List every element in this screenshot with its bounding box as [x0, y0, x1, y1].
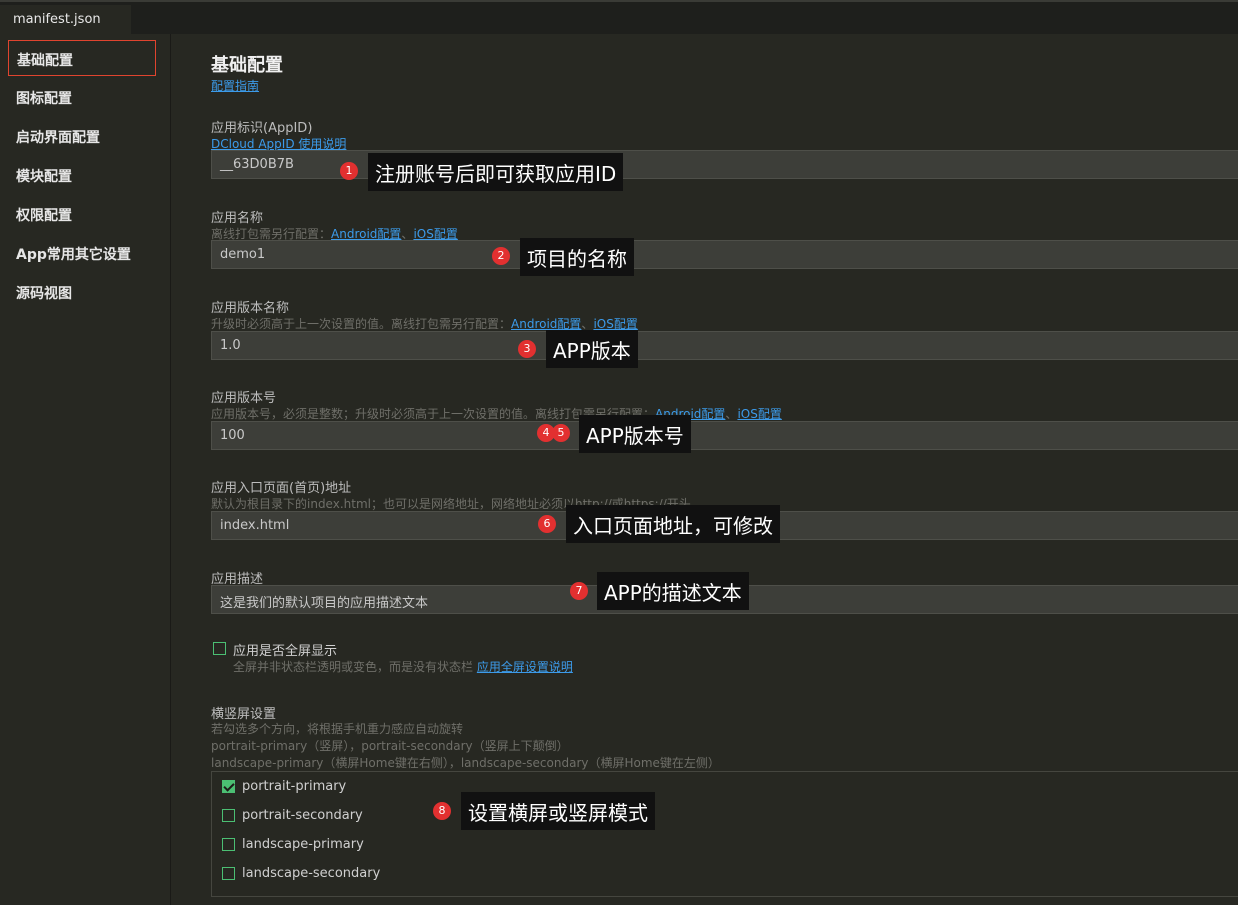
fullscreen-label: 应用是否全屏显示	[233, 644, 338, 659]
landscape-primary-label: landscape-primary	[242, 837, 364, 852]
page-title: 基础配置	[211, 55, 283, 76]
appid-label: 应用标识(AppID)	[211, 121, 313, 136]
annotation-callout-8: 设置横屏或竖屏模式	[461, 792, 655, 830]
annotation-badge-1: 1	[340, 162, 358, 180]
app-name-android-link[interactable]: Android配置	[331, 227, 401, 241]
tab-bar: manifest.json	[0, 0, 1238, 36]
app-name-hint-text: 离线打包需另行配置：	[211, 227, 332, 241]
orientation-options: portrait-primary portrait-secondary land…	[211, 771, 1238, 897]
landscape-secondary-checkbox[interactable]	[222, 867, 235, 880]
landscape-primary-checkbox[interactable]	[222, 838, 235, 851]
annotation-badge-2: 2	[492, 247, 510, 265]
annotation-callout-6: 入口页面地址，可修改	[566, 505, 780, 543]
annotation-callout-7: APP的描述文本	[597, 572, 749, 610]
appid-field[interactable]: __63D0B7B	[211, 150, 1238, 179]
app-name-separator: 、	[401, 227, 414, 241]
version-name-hint-text: 升级时必须高于上一次设置的值。离线打包需另行配置：	[211, 317, 512, 331]
tab-manifest-json[interactable]: manifest.json	[0, 5, 131, 36]
portrait-primary-checkbox[interactable]	[222, 780, 235, 793]
main-content: 基础配置 配置指南 应用标识(AppID) DCloud AppID 使用说明 …	[171, 34, 1238, 905]
annotation-badge-3: 3	[518, 340, 536, 358]
sidebar-item-icon-config[interactable]: 图标配置	[8, 79, 156, 115]
annotation-callout-1: 注册账号后即可获取应用ID	[368, 153, 624, 191]
entry-page-label: 应用入口页面(首页)地址	[211, 481, 352, 496]
sidebar-item-source-view[interactable]: 源码视图	[8, 274, 156, 310]
sidebar-item-module-config[interactable]: 模块配置	[8, 157, 156, 193]
orientation-hint-2: portrait-primary（竖屏），portrait-secondary（…	[211, 739, 569, 753]
version-code-field[interactable]: 100	[211, 421, 1238, 450]
annotation-callout-5: APP版本号	[579, 415, 691, 453]
annotation-badge-7: 7	[570, 582, 588, 600]
fullscreen-help-link[interactable]: 应用全屏设置说明	[477, 660, 573, 674]
orientation-hint-1: 若勾选多个方向，将根据手机重力感应自动旋转	[211, 722, 464, 736]
version-name-android-link[interactable]: Android配置	[511, 317, 581, 331]
orientation-hint-3: landscape-primary（横屏Home键在右侧），landscape-…	[211, 756, 720, 770]
version-name-ios-link[interactable]: iOS配置	[593, 317, 637, 331]
annotation-badge-5: 5	[552, 424, 570, 442]
app-name-ios-link[interactable]: iOS配置	[413, 227, 457, 241]
version-code-hint: 应用版本号，必须是整数；升级时必须高于上一次设置的值。离线打包需另行配置：And…	[211, 405, 782, 422]
annotation-callout-3: APP版本	[546, 330, 638, 368]
app-name-field[interactable]: demo1	[211, 240, 1238, 269]
version-name-field[interactable]: 1.0	[211, 331, 1238, 360]
fullscreen-hint: 全屏并非状态栏透明或变色，而是没有状态栏 应用全屏设置说明	[233, 658, 573, 675]
sidebar-item-splash-config[interactable]: 启动界面配置	[8, 118, 156, 154]
portrait-secondary-label: portrait-secondary	[242, 808, 363, 823]
version-name-label: 应用版本名称	[211, 301, 290, 316]
version-code-ios-link[interactable]: iOS配置	[737, 407, 781, 421]
config-guide-link[interactable]: 配置指南	[211, 77, 259, 94]
landscape-secondary-label: landscape-secondary	[242, 866, 381, 881]
version-code-label: 应用版本号	[211, 391, 277, 406]
sidebar-item-permission-config[interactable]: 权限配置	[8, 196, 156, 232]
annotation-callout-2: 项目的名称	[520, 238, 634, 276]
annotation-badge-8: 8	[433, 802, 451, 820]
fullscreen-hint-text: 全屏并非状态栏透明或变色，而是没有状态栏	[233, 660, 474, 674]
fullscreen-checkbox[interactable]	[213, 642, 226, 655]
version-code-separator: 、	[725, 407, 738, 421]
sidebar: 基础配置 图标配置 启动界面配置 模块配置 权限配置 App常用其它设置 源码视…	[0, 34, 171, 905]
sidebar-item-basic-config[interactable]: 基础配置	[8, 40, 156, 76]
portrait-secondary-checkbox[interactable]	[222, 809, 235, 822]
annotation-badge-6: 6	[538, 515, 556, 533]
sidebar-item-app-other-settings[interactable]: App常用其它设置	[8, 235, 156, 271]
app-name-label: 应用名称	[211, 211, 264, 226]
portrait-primary-label: portrait-primary	[242, 779, 347, 794]
version-name-separator: 、	[581, 317, 594, 331]
